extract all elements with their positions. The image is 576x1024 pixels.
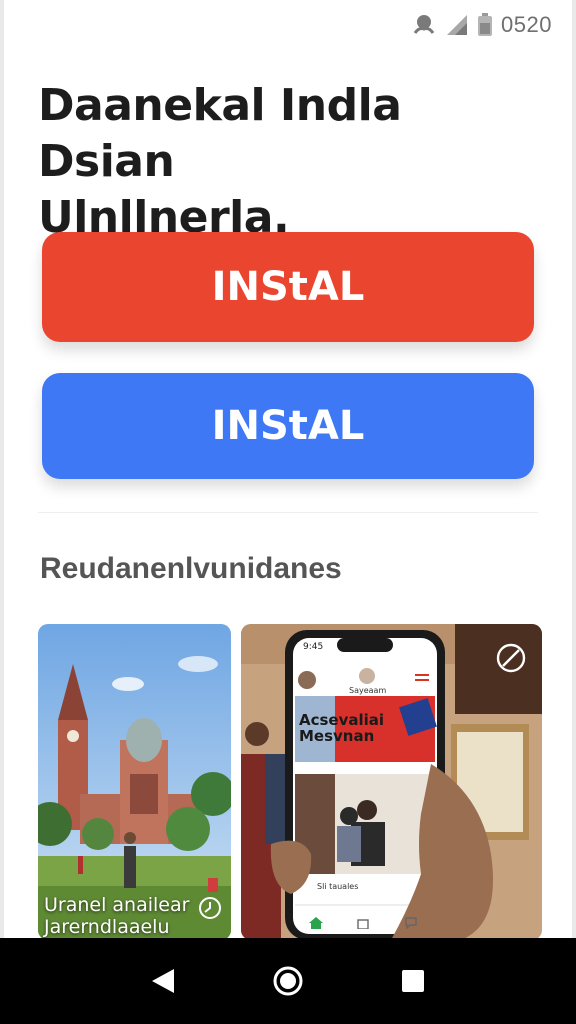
- card-caption-line-2: Jarerndlaaelu: [44, 916, 170, 938]
- landmark-photo: [38, 624, 231, 940]
- phone-banner-text: Acsevaliai Mesvnan: [299, 712, 433, 744]
- card-caption: Uranel anailear Jarerndlaaelu: [44, 894, 214, 938]
- screen-edge-left: [0, 0, 4, 1024]
- headline-line-1: Daanekal Indla Dsian: [38, 80, 402, 187]
- section-title: Reudanenlvunidanes: [40, 552, 342, 585]
- home-circle-icon: [273, 966, 303, 996]
- block-icon[interactable]: [495, 642, 527, 679]
- signal-icon: [445, 14, 469, 36]
- battery-icon: [477, 13, 493, 37]
- recommendation-card-landmark[interactable]: Uranel anailear Jarerndlaaelu: [38, 624, 231, 940]
- phone-post-title: Sli tauales: [317, 882, 359, 891]
- system-nav-bar: [0, 938, 576, 1024]
- status-time: 0520: [501, 12, 552, 37]
- notification-icon: [411, 13, 437, 37]
- bag-icon: [357, 916, 369, 934]
- screen-edge-right: [572, 0, 576, 1024]
- status-bar: 0520: [411, 8, 552, 42]
- page-headline: Daanekal Indla Dsian Ulnllnerla.: [38, 78, 538, 246]
- recents-button[interactable]: [383, 951, 443, 1011]
- card-caption-line-1: Uranel anailear: [44, 894, 190, 916]
- phone-time: 9:45: [303, 642, 324, 652]
- back-icon: [151, 969, 174, 993]
- phone-banner-line-2: Mesvnan: [299, 727, 375, 745]
- home-button[interactable]: [258, 951, 318, 1011]
- section-divider: [38, 512, 538, 513]
- chat-icon: [405, 916, 417, 934]
- clock-icon: [198, 896, 222, 925]
- recommendation-card-phone[interactable]: 9:45 Sayeaam Acsevaliai Mesvnan Sli taua…: [241, 624, 542, 940]
- recents-icon: [402, 970, 425, 992]
- install-button-primary[interactable]: INStAL: [42, 232, 534, 342]
- home-icon: [309, 916, 323, 934]
- phone-header-name: Sayeaam: [349, 686, 387, 695]
- back-button[interactable]: [133, 951, 193, 1011]
- install-button-secondary[interactable]: INStAL: [42, 373, 534, 479]
